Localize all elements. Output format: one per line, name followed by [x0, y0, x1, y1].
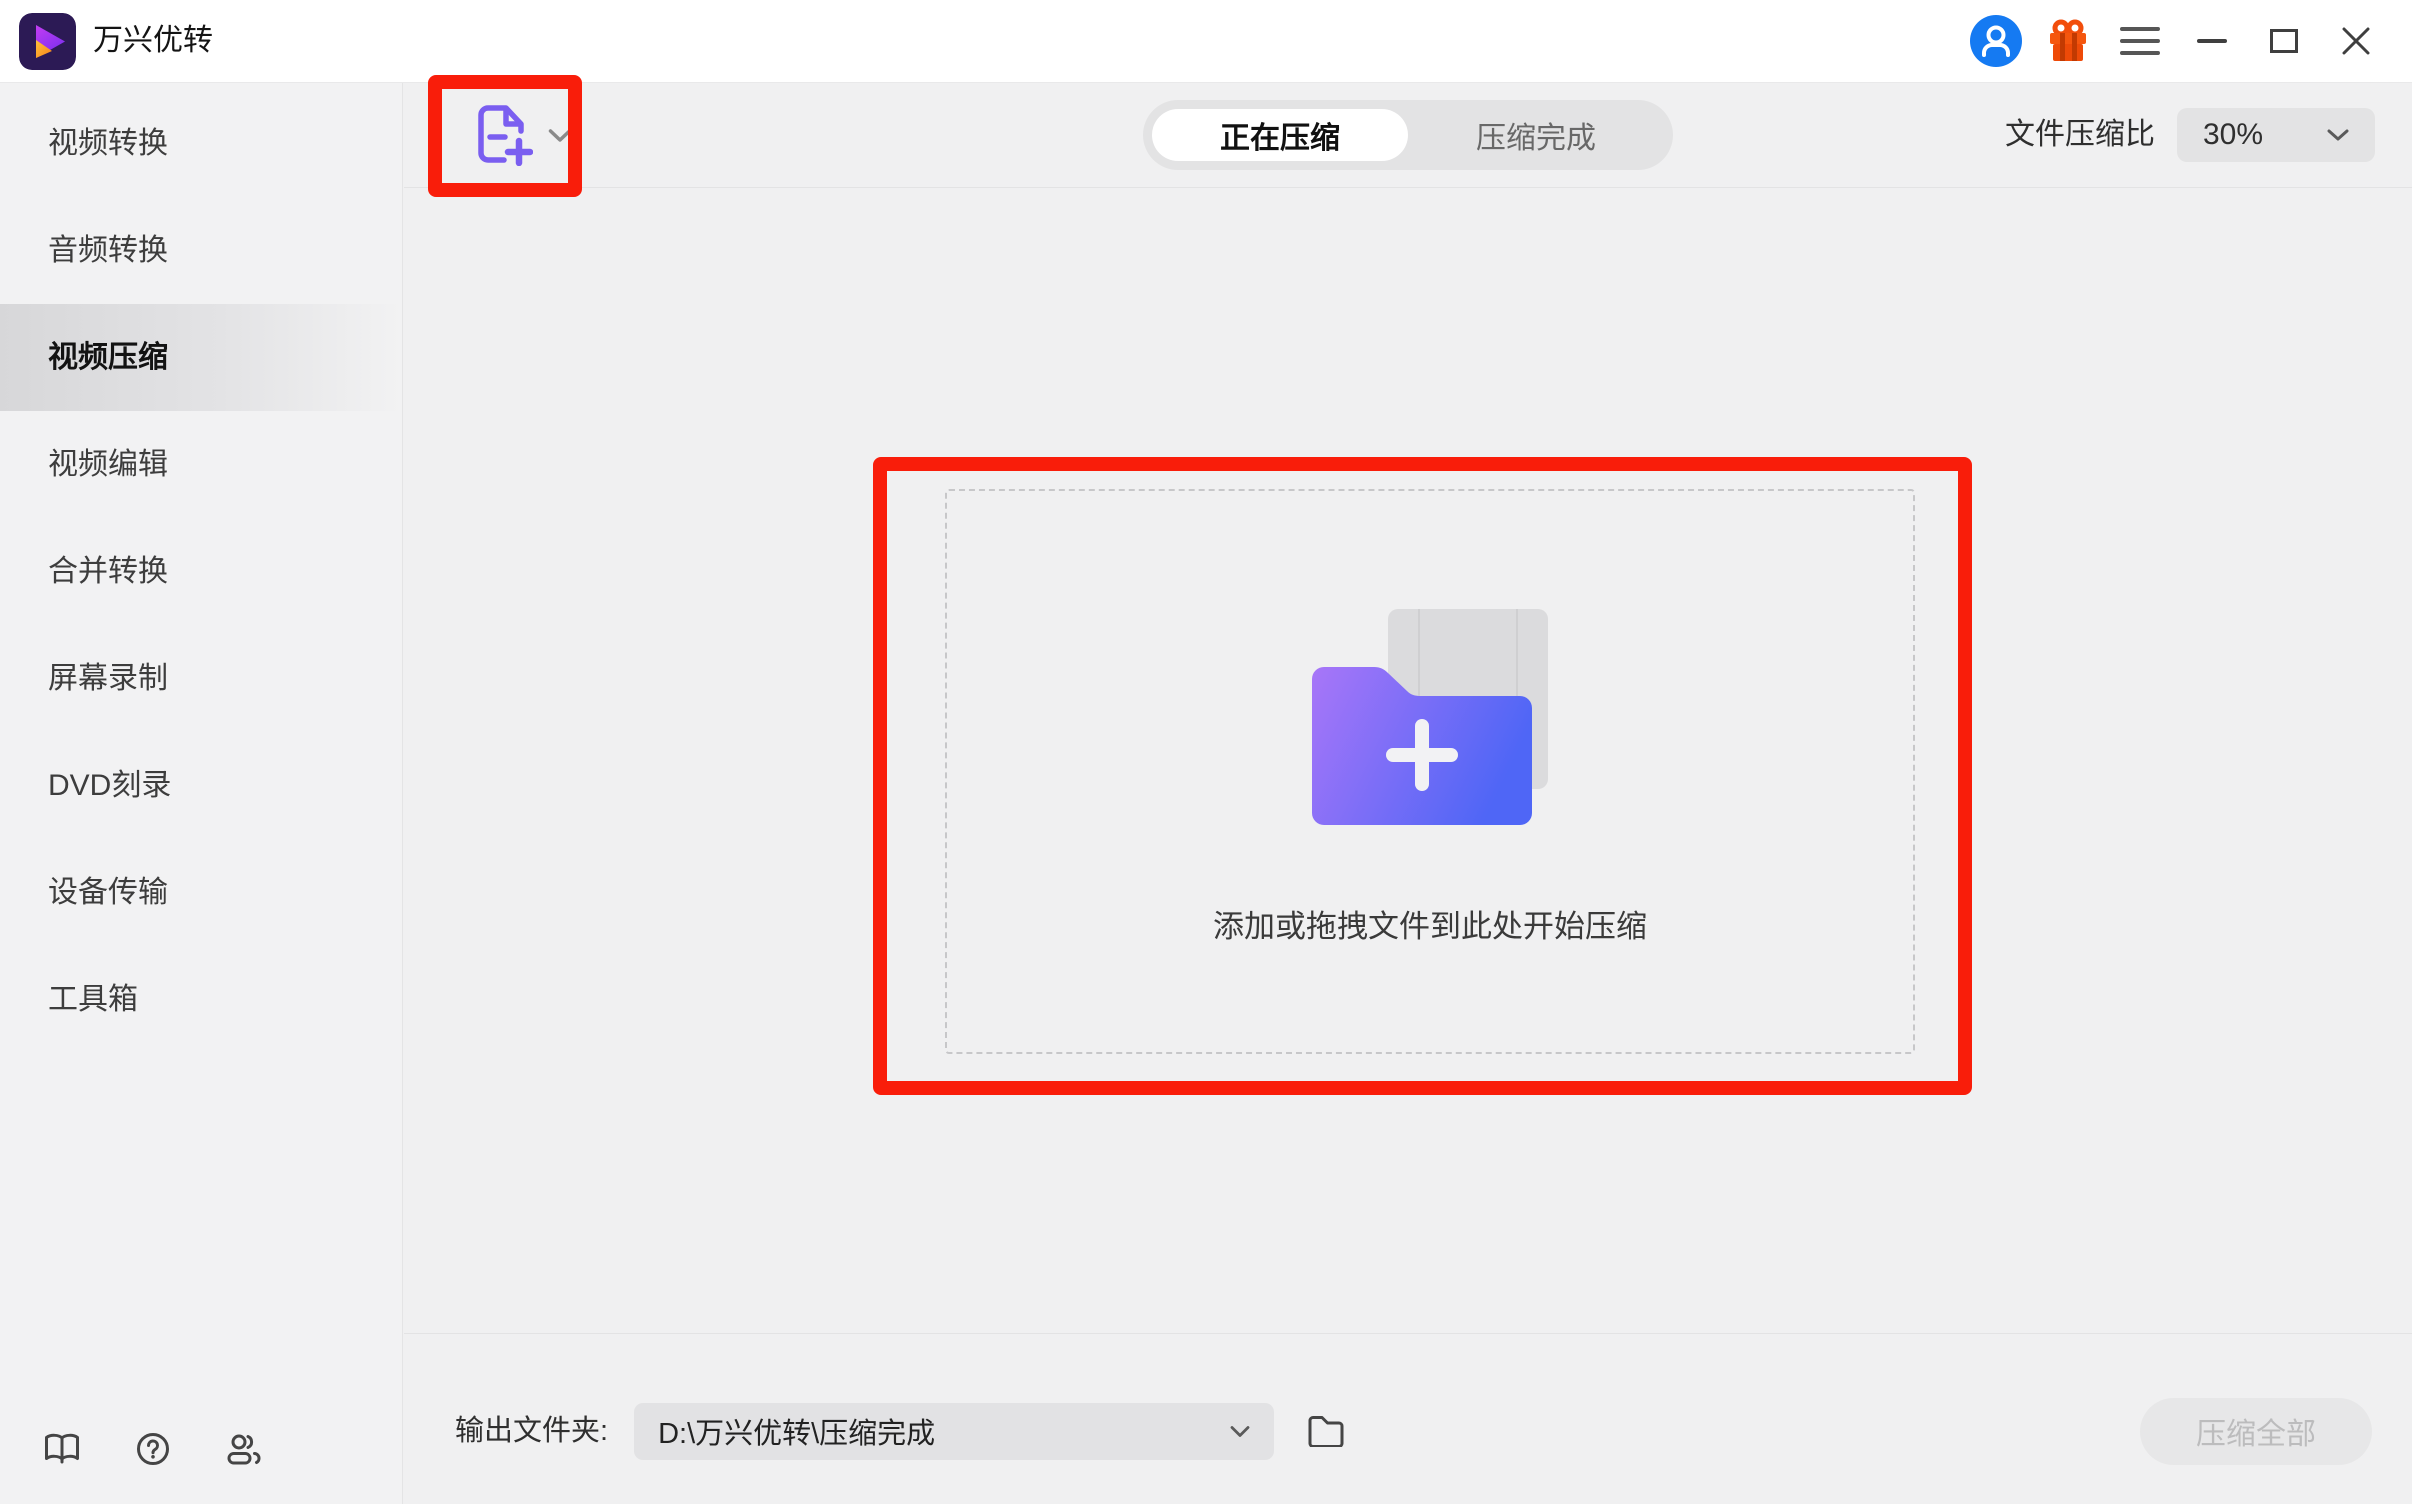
- maximize-button[interactable]: [2258, 15, 2310, 67]
- sidebar-item-screen-record[interactable]: 屏幕录制: [0, 625, 402, 732]
- main-header: 正在压缩 压缩完成 文件压缩比 30%: [404, 83, 2412, 188]
- close-icon: [2342, 27, 2370, 55]
- compression-ratio-select[interactable]: 30%: [2177, 108, 2375, 162]
- app-logo-icon: [19, 13, 76, 70]
- sidebar-item-audio-convert[interactable]: 音频转换: [0, 197, 402, 304]
- main-content: 添加或拖拽文件到此处开始压缩: [404, 188, 2412, 1333]
- compression-tabs: 正在压缩 压缩完成: [1143, 100, 1673, 170]
- tab-compressing[interactable]: 正在压缩: [1152, 109, 1408, 161]
- app-title: 万兴优转: [93, 26, 213, 56]
- sidebar-footer: [44, 1432, 262, 1466]
- open-output-folder-button[interactable]: [1307, 1415, 1345, 1447]
- sidebar-item-device-transfer[interactable]: 设备传输: [0, 839, 402, 946]
- minimize-button[interactable]: [2186, 15, 2238, 67]
- tab-compression-complete[interactable]: 压缩完成: [1408, 109, 1664, 161]
- sidebar-item-merge-convert[interactable]: 合并转换: [0, 518, 402, 625]
- compress-all-button[interactable]: 压缩全部: [2140, 1398, 2372, 1465]
- main-panel: 正在压缩 压缩完成 文件压缩比 30%: [404, 83, 2412, 1504]
- compression-ratio-label: 文件压缩比: [2005, 120, 2155, 150]
- chevron-down-icon: [548, 128, 572, 143]
- sidebar-nav: 视频转换 音频转换 视频压缩 视频编辑 合并转换 屏幕录制 DVD刻录 设备传输…: [0, 83, 402, 1053]
- question-help-icon: [136, 1432, 170, 1466]
- book-icon: [44, 1433, 80, 1465]
- user-avatar-icon: [1970, 15, 2022, 67]
- close-button[interactable]: [2330, 15, 2382, 67]
- titlebar: 万兴优转: [0, 0, 2412, 83]
- output-folder-path: D:\万兴优转\压缩完成: [658, 1410, 935, 1452]
- output-folder-label: 输出文件夹:: [455, 1417, 608, 1446]
- dropzone-hint-text: 添加或拖拽文件到此处开始压缩: [947, 911, 1913, 942]
- gift-promotion-button[interactable]: [2042, 15, 2094, 67]
- menu-button[interactable]: [2114, 15, 2166, 67]
- maximize-icon: [2270, 29, 2298, 53]
- sidebar-item-video-edit[interactable]: 视频编辑: [0, 411, 402, 518]
- sidebar-item-video-compress[interactable]: 视频压缩: [0, 304, 402, 411]
- minimize-icon: [2197, 38, 2227, 44]
- compression-ratio-group: 文件压缩比 30%: [2005, 108, 2375, 162]
- add-folder-icon: [1312, 609, 1548, 825]
- sidebar: 视频转换 音频转换 视频压缩 视频编辑 合并转换 屏幕录制 DVD刻录 设备传输…: [0, 83, 403, 1504]
- folder-plus-icon: [1312, 667, 1532, 825]
- chevron-down-icon: [2327, 128, 2349, 142]
- compression-ratio-value: 30%: [2203, 118, 2263, 152]
- contact-button[interactable]: [226, 1433, 262, 1465]
- chevron-down-icon: [1230, 1425, 1250, 1438]
- gift-icon: [2048, 19, 2088, 63]
- help-button[interactable]: [136, 1432, 170, 1466]
- sidebar-item-toolbox[interactable]: 工具箱: [0, 946, 402, 1053]
- add-files-button[interactable]: [477, 104, 572, 166]
- account-avatar-button[interactable]: [1970, 15, 2022, 67]
- output-folder-select[interactable]: D:\万兴优转\压缩完成: [634, 1403, 1274, 1460]
- sidebar-item-video-convert[interactable]: 视频转换: [0, 90, 402, 197]
- people-icon: [226, 1433, 262, 1465]
- sidebar-item-dvd-burn[interactable]: DVD刻录: [0, 732, 402, 839]
- folder-outline-icon: [1307, 1415, 1345, 1447]
- user-guide-button[interactable]: [44, 1433, 80, 1465]
- hamburger-menu-icon: [2120, 27, 2160, 55]
- file-dropzone[interactable]: 添加或拖拽文件到此处开始压缩: [945, 489, 1915, 1054]
- footer-bar: 输出文件夹: D:\万兴优转\压缩完成 压缩全部: [404, 1333, 2412, 1504]
- add-file-icon: [477, 104, 533, 166]
- titlebar-controls: [1950, 15, 2382, 67]
